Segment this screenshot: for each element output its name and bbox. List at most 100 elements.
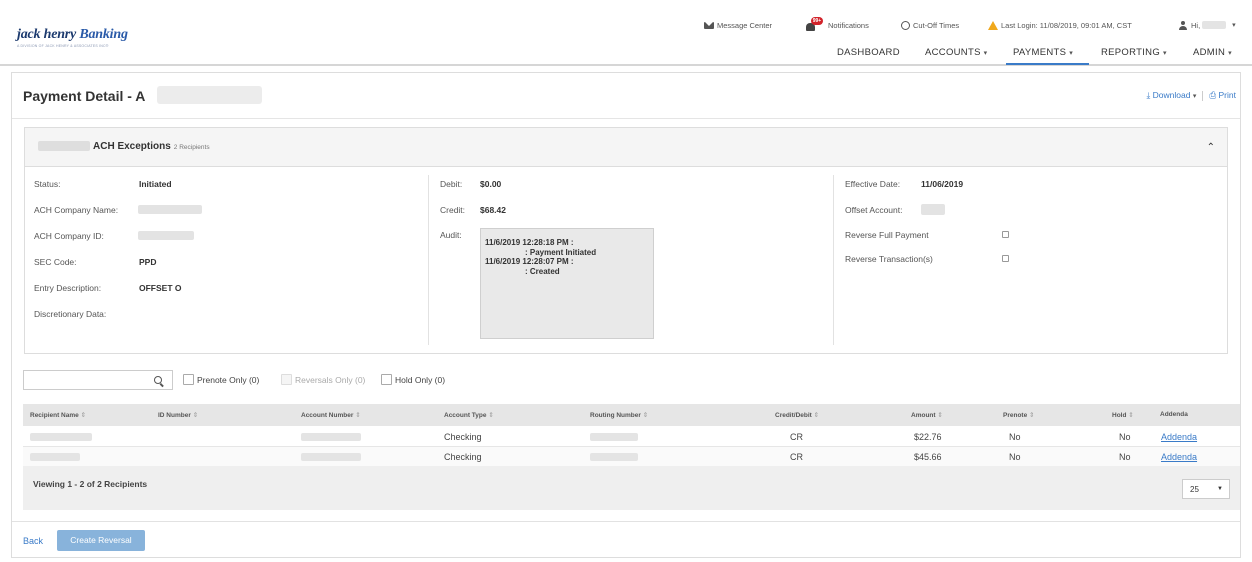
table-row[interactable]: Checking CR $22.76 No No Addenda [23,427,1240,447]
audit-line: 11/6/2019 12:28:07 PM : [485,257,574,266]
search-icon[interactable] [154,376,162,384]
audit-line: 11/6/2019 12:28:18 PM : [485,238,574,247]
page-title-bar: Payment Detail - A ⤓ Download ▾ ⎙ Print [12,73,1240,119]
column-header-hold[interactable]: Hold ⇕ [1112,411,1134,419]
column-header-id-number[interactable]: ID Number ⇕ [158,411,198,419]
recipient-name-redacted [30,453,80,461]
sort-icon: ⇕ [1029,412,1035,419]
brand-logo[interactable]: jack henry Banking A DIVISION OF JACK HE… [17,27,128,48]
column-header-account-type[interactable]: Account Type ⇕ [444,411,494,419]
search-input[interactable] [23,370,173,390]
message-center-link[interactable]: Message Center [704,18,772,32]
notifications-label: Notifications [828,20,869,30]
top-header: jack henry Banking A DIVISION OF JACK HE… [0,0,1252,66]
company-id-label: ACH Company ID: [34,231,104,241]
reverse-full-payment-checkbox[interactable] [1002,231,1009,238]
entry-description-value: OFFSET O [139,283,182,293]
audit-label: Audit: [440,230,462,240]
user-greeting: Hi, [1191,20,1201,30]
panel-header[interactable]: ACH Exceptions 2 Recipients ⌃ [25,128,1227,167]
account-number-redacted [301,433,361,441]
download-button[interactable]: ⤓ Download ▾ [1146,90,1196,101]
cutoff-times-link[interactable]: Cut-Off Times [901,18,959,32]
company-name-redacted [138,205,202,214]
user-menu[interactable]: Hi, ▾ [1178,18,1236,32]
divider [1202,90,1204,101]
account-type-cell: Checking [444,452,482,462]
effective-date-label: Effective Date: [845,179,901,189]
warning-icon [988,20,998,30]
discretionary-data-label: Discretionary Data: [34,309,107,319]
status-label: Status: [34,179,61,189]
routing-number-redacted [590,433,638,441]
column-header-prenote[interactable]: Prenote ⇕ [1003,411,1034,419]
prenote-only-filter[interactable]: Prenote Only (0) [183,374,259,385]
nav-accounts[interactable]: ACCOUNTS ▾ [925,47,988,63]
table-row[interactable]: Checking CR $45.66 No No Addenda [23,447,1240,467]
panel-title: ACH Exceptions 2 Recipients [93,141,210,152]
brand-name-part2: Banking [76,27,128,42]
company-name-label: ACH Company Name: [34,205,119,215]
page-title: Payment Detail - A [23,88,146,104]
active-nav-indicator [1006,63,1089,65]
page-size-value: 25 [1190,485,1199,494]
nav-dashboard[interactable]: DASHBOARD [837,47,900,63]
audit-line: : Payment Initiated [525,247,597,257]
recipient-name-redacted [30,433,92,441]
user-icon [1178,20,1188,30]
audit-line: : Created [525,266,560,276]
payment-name-redacted [157,86,262,104]
chevron-down-icon: ▾ [1162,50,1167,57]
notifications-link[interactable]: 99+ Notifications [806,16,869,32]
table-footer: Viewing 1 - 2 of 2 Recipients 25 ▼ [23,466,1240,510]
panel-title-redacted [38,141,90,151]
column-header-routing-number[interactable]: Routing Number ⇕ [590,411,648,419]
brand-name-part1: jack henry [17,27,77,42]
amount-cell: $45.66 [914,452,942,462]
table-header: Recipient Name ⇕ ID Number ⇕ Account Num… [23,404,1240,426]
addenda-link[interactable]: Addenda [1161,452,1197,462]
nav-payments[interactable]: PAYMENTS ▾ [1013,47,1073,63]
nav-reporting[interactable]: REPORTING ▾ [1101,47,1167,63]
chevron-down-icon: ▼ [1217,486,1223,492]
print-button[interactable]: ⎙ Print [1209,90,1236,101]
company-id-redacted [138,231,194,240]
reverse-transactions-checkbox[interactable] [1002,255,1009,262]
sort-icon: ⇕ [937,412,943,419]
hold-only-checkbox[interactable] [381,374,392,385]
chevron-up-icon[interactable]: ⌃ [1207,142,1215,153]
entry-description-label: Entry Description: [34,283,102,293]
credit-debit-cell: CR [790,452,803,462]
sec-code-label: SEC Code: [34,257,77,267]
hold-cell: No [1119,432,1131,442]
mail-icon [704,21,714,29]
hold-cell: No [1119,452,1131,462]
cutoff-times-label: Cut-Off Times [913,20,960,30]
column-divider [428,175,429,345]
column-header-amount[interactable]: Amount ⇕ [911,411,943,419]
column-header-credit-debit[interactable]: Credit/Debit ⇕ [775,411,819,419]
create-reversal-button[interactable]: Create Reversal [57,530,145,551]
clock-icon [901,20,910,30]
back-link[interactable]: Back [23,536,43,546]
printer-icon: ⎙ [1209,90,1217,100]
debit-value: $0.00 [480,179,502,189]
hold-only-filter[interactable]: Hold Only (0) [381,374,445,385]
credit-debit-cell: CR [790,432,803,442]
page-size-select[interactable]: 25 ▼ [1182,479,1230,499]
prenote-only-checkbox[interactable] [183,374,194,385]
column-header-recipient-name[interactable]: Recipient Name ⇕ [30,411,86,419]
nav-admin[interactable]: ADMIN ▾ [1193,47,1232,63]
addenda-link[interactable]: Addenda [1161,432,1197,442]
sort-icon: ⇕ [813,412,820,419]
column-header-account-number[interactable]: Account Number ⇕ [301,411,361,419]
reversals-only-checkbox [281,374,292,385]
last-login: Last Login: 11/08/2019, 09:01 AM, CST [988,18,1132,32]
user-name-redacted [1202,21,1227,29]
notifications-badge: 99+ [811,16,823,25]
status-value: Initiated [139,179,172,189]
message-center-label: Message Center [717,20,773,30]
credit-label: Credit: [440,205,466,215]
sort-icon: ⇕ [1128,412,1134,419]
chevron-down-icon: ▾ [1232,22,1236,29]
